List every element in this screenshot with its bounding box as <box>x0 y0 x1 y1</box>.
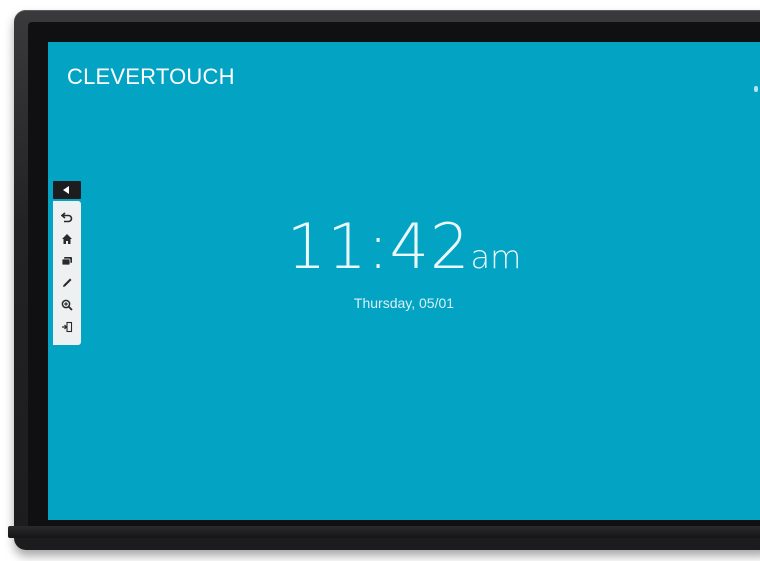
brand-logo-text: CLEVERTOUCH <box>67 64 235 89</box>
exit-icon <box>62 321 73 333</box>
home-icon <box>62 234 72 244</box>
toolbar-annotate-button[interactable] <box>56 272 78 294</box>
side-toolbar <box>53 201 81 345</box>
clock-time: 11:42 <box>286 210 471 283</box>
undo-arrow-icon <box>61 212 73 223</box>
toolbar-home-button[interactable] <box>56 228 78 250</box>
stacked-windows-icon <box>61 257 72 266</box>
edge-indicator-icon <box>754 86 758 92</box>
zoom-in-icon <box>61 299 73 311</box>
toolbar-windows-button[interactable] <box>56 250 78 272</box>
pen-icon <box>63 278 72 287</box>
triangle-left-icon <box>63 186 69 194</box>
toolbar-zoom-button[interactable] <box>56 294 78 316</box>
clock: 11:42am <box>48 210 760 283</box>
clock-date: Thursday, 05/01 <box>353 295 455 311</box>
toolbar-collapse-button[interactable] <box>53 181 81 199</box>
toolbar-exit-button[interactable] <box>56 316 78 338</box>
toolbar-back-button[interactable] <box>56 206 78 228</box>
clock-period: am <box>470 238 522 276</box>
bezel-bottom <box>8 526 760 538</box>
screen: CLEVERTOUCH 11:42am Thursday, 05/01 <box>48 42 760 520</box>
